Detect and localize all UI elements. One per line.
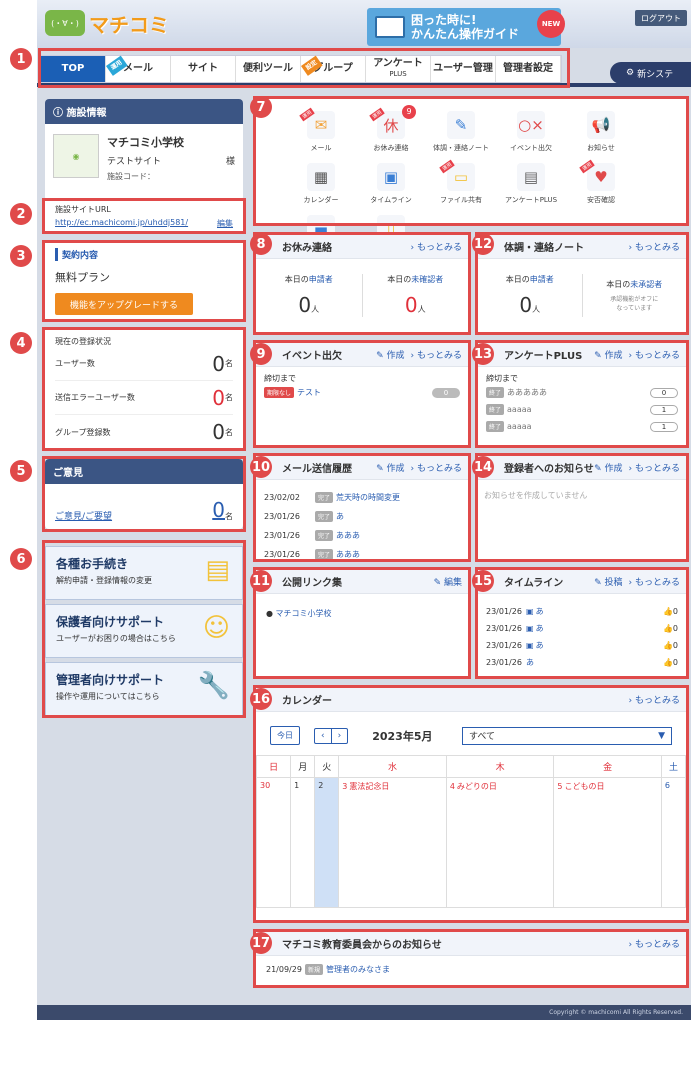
facility-panel: ⓘ 施設情報 ◉ マチコミ小学校 テストサイト 様 施設コード：: [45, 99, 243, 201]
highlight-timeline: [475, 567, 689, 679]
highlight-notice: [475, 453, 689, 562]
info-icon: ⓘ: [53, 108, 67, 119]
marker-11: 11: [250, 570, 272, 592]
logo-text: マチコミ: [89, 12, 169, 37]
facility-code-label: 施設コード：: [107, 172, 155, 181]
marker-14: 14: [472, 456, 494, 478]
marker-6: 6: [10, 548, 32, 570]
new-system-label: 新システ: [637, 69, 674, 80]
logout-label: ログアウト: [641, 13, 681, 23]
facility-heading-text: 施設情報: [66, 108, 107, 119]
highlight-calendar: [253, 685, 689, 923]
marker-13: 13: [472, 343, 494, 365]
highlight-health: [475, 232, 689, 335]
marker-3: 3: [10, 245, 32, 267]
highlight-nav: [38, 48, 570, 88]
facility-heading: ⓘ 施設情報: [45, 99, 243, 124]
banner-line1: 困った時に!: [411, 13, 477, 27]
highlight-mail: [253, 453, 471, 562]
highlight-links: [253, 567, 471, 679]
highlight-board: [253, 929, 689, 988]
marker-8: 8: [250, 233, 272, 255]
highlight-contract: [42, 240, 246, 322]
new-badge: NEW: [537, 10, 565, 38]
logout-button[interactable]: ログアウト: [635, 10, 687, 26]
gear-icon: ⚙: [626, 68, 635, 78]
facility-site: テストサイト: [107, 157, 162, 167]
marker-17: 17: [250, 932, 272, 954]
facility-name: マチコミ小学校: [107, 136, 184, 149]
logo-mark-icon: (・∀・): [45, 10, 85, 36]
marker-2: 2: [10, 203, 32, 225]
monitor-icon: [375, 16, 405, 38]
footer: Copyright © machicomi All Rights Reserve…: [37, 1005, 691, 1020]
marker-10: 10: [250, 456, 272, 478]
facility-body: ◉ マチコミ小学校 テストサイト 様 施設コード：: [45, 124, 243, 192]
marker-9: 9: [250, 343, 272, 365]
logo[interactable]: (・∀・) マチコミ: [45, 8, 169, 38]
highlight-survey: [475, 340, 689, 448]
marker-5: 5: [10, 460, 32, 482]
marker-7: 7: [250, 96, 272, 118]
highlight-support: [42, 540, 246, 718]
highlight-url: [42, 198, 246, 234]
highlight-icons: [253, 96, 689, 226]
marker-12: 12: [472, 233, 494, 255]
banner-line2: かんたん操作ガイド: [411, 27, 520, 41]
highlight-absence: [253, 232, 471, 335]
marker-1: 1: [10, 48, 32, 70]
marker-16: 16: [250, 688, 272, 710]
guide-banner[interactable]: 困った時に! かんたん操作ガイド NEW: [367, 8, 565, 46]
highlight-opinion: [42, 456, 246, 532]
highlight-event: [253, 340, 471, 448]
highlight-status: [42, 327, 246, 451]
facility-logo-icon: ◉: [53, 134, 99, 178]
marker-15: 15: [472, 570, 494, 592]
facility-honorific: 様: [225, 157, 235, 167]
marker-4: 4: [10, 332, 32, 354]
new-system-link[interactable]: ⚙ 新システ: [610, 62, 691, 84]
